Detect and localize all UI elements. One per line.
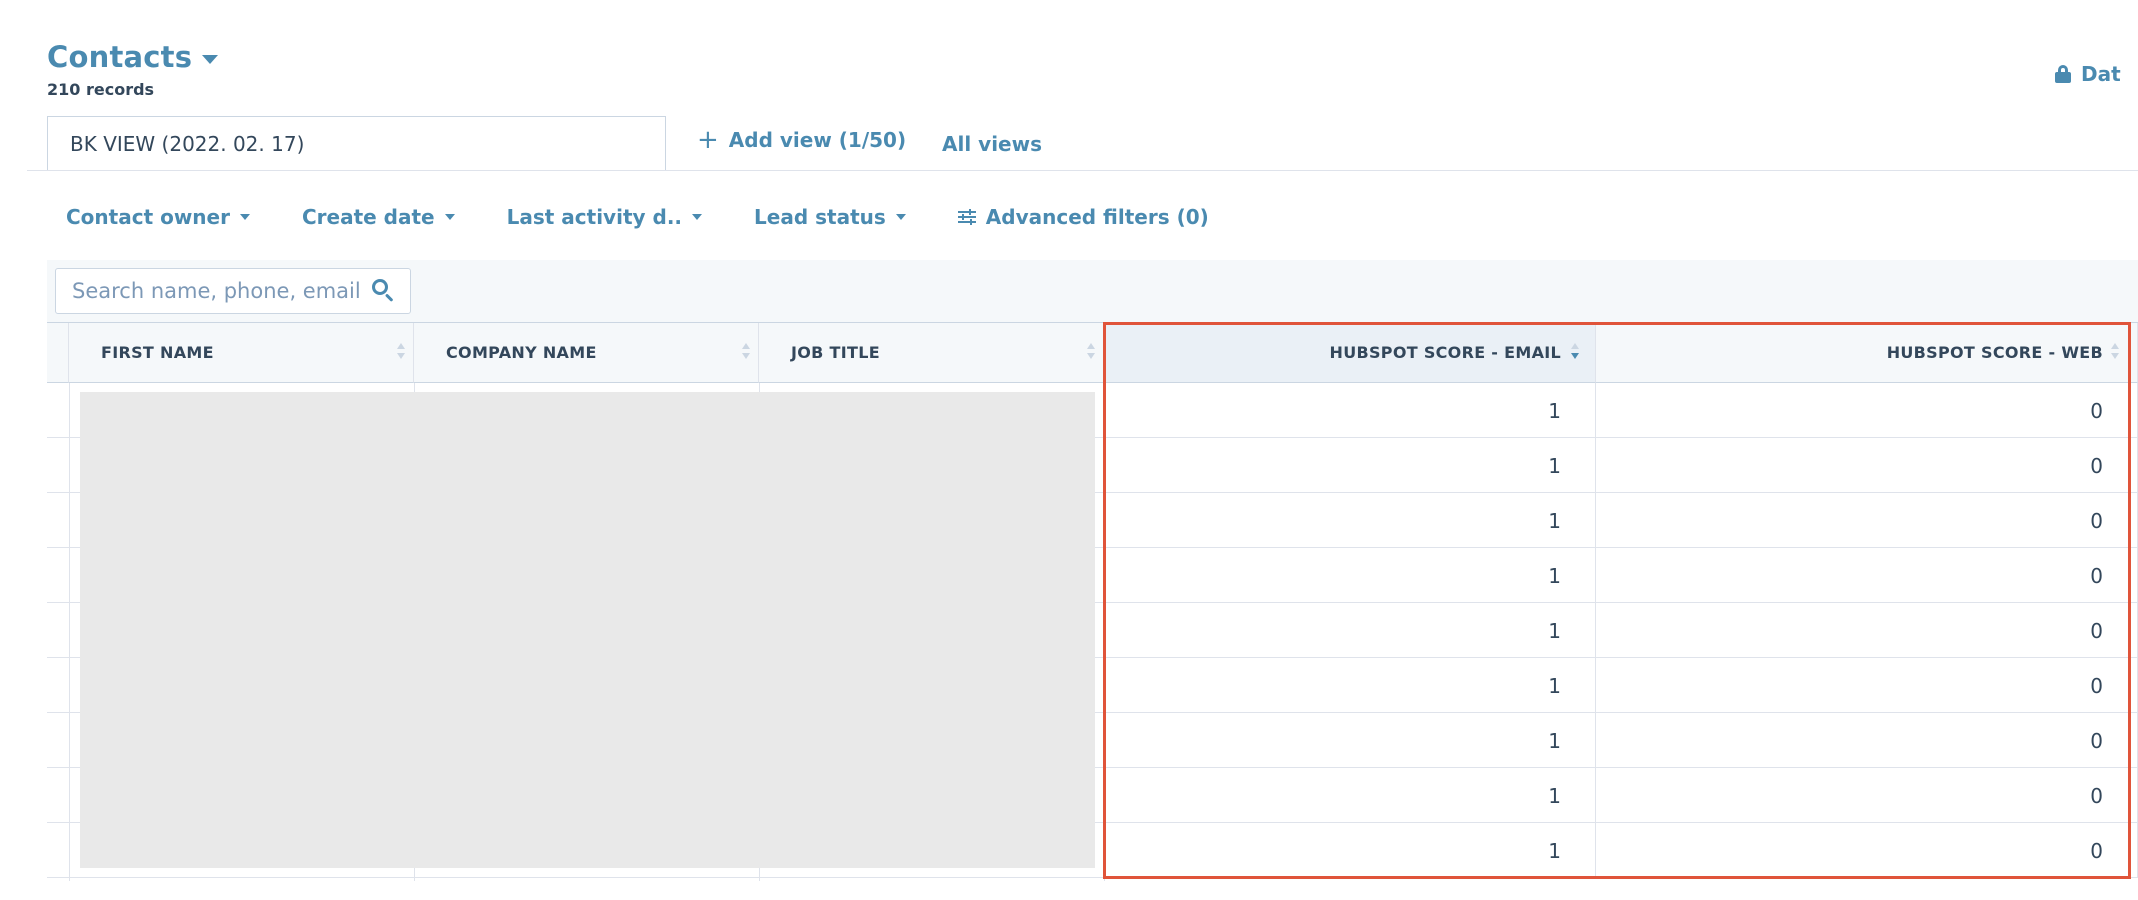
column-header-job-title[interactable]: JOB TITLE [759, 323, 1104, 383]
tab-active-view[interactable]: BK VIEW (2022. 02. 17) [47, 116, 666, 170]
score-web-cell: 0 [1596, 823, 2138, 878]
score-email-cell: 1 [1104, 383, 1596, 438]
sort-descending-icon[interactable] [1571, 343, 1579, 363]
score-email-cell: 1 [1104, 548, 1596, 603]
filter-create-date[interactable]: Create date [302, 205, 455, 229]
score-email-cell: 1 [1104, 823, 1596, 878]
column-header-label: COMPANY NAME [446, 343, 597, 362]
advanced-filters-label: Advanced filters (0) [985, 205, 1209, 229]
sort-icon[interactable] [1087, 343, 1095, 363]
column-header-hubspot-score-web[interactable]: HUBSPOT SCORE - WEB [1596, 323, 2138, 383]
chevron-down-icon [444, 214, 455, 220]
score-email-cell: 1 [1104, 438, 1596, 493]
chevron-down-icon [895, 214, 906, 220]
score-email-cell: 1 [1104, 658, 1596, 713]
chevron-down-icon[interactable] [202, 54, 219, 64]
plus-icon: + [697, 125, 719, 155]
all-views-link[interactable]: All views [942, 132, 1042, 156]
filter-lead-status[interactable]: Lead status [754, 205, 906, 229]
score-web-cell: 0 [1596, 768, 2138, 823]
column-header-hubspot-score-email[interactable]: HUBSPOT SCORE - EMAIL [1104, 323, 1596, 383]
filter-contact-owner[interactable]: Contact owner [66, 205, 250, 229]
column-header-label: HUBSPOT SCORE - EMAIL [1329, 343, 1561, 362]
chevron-down-icon [692, 214, 703, 220]
sliders-icon [957, 209, 976, 225]
advanced-filters-button[interactable]: Advanced filters (0) [957, 205, 1209, 229]
score-web-cell: 0 [1596, 603, 2138, 658]
select-column-header [47, 323, 69, 383]
record-count: 210 records [47, 80, 155, 99]
add-view-label: Add view (1/50) [728, 128, 907, 152]
tabs-divider [27, 170, 2138, 171]
column-header-label: HUBSPOT SCORE - WEB [1886, 343, 2103, 362]
column-header-label: JOB TITLE [791, 343, 880, 362]
score-web-cell: 0 [1596, 548, 2138, 603]
add-view-button[interactable]: + Add view (1/50) [697, 125, 907, 155]
search-icon[interactable] [372, 279, 396, 303]
search-box[interactable] [55, 268, 411, 314]
score-web-cell: 0 [1596, 383, 2138, 438]
data-quality-label: Dat [2081, 62, 2121, 86]
score-email-cell: 1 [1104, 493, 1596, 548]
lock-icon [2055, 65, 2071, 83]
filter-contact-owner-label: Contact owner [66, 205, 230, 229]
tab-active-view-label: BK VIEW (2022. 02. 17) [70, 131, 305, 156]
filter-last-activity[interactable]: Last activity d.. [506, 205, 703, 229]
filter-bar: Contact owner Create date Last activity … [66, 205, 1261, 229]
sort-icon[interactable] [397, 343, 405, 363]
search-input[interactable] [70, 278, 372, 304]
score-web-cell: 0 [1596, 493, 2138, 548]
filter-lead-status-label: Lead status [754, 205, 886, 229]
page-title[interactable]: Contacts [47, 40, 192, 74]
score-email-cell: 1 [1104, 603, 1596, 658]
score-web-cell: 0 [1596, 713, 2138, 768]
column-header-first-name[interactable]: FIRST NAME [69, 323, 414, 383]
page-title-row[interactable]: Contacts [47, 40, 219, 74]
data-quality-link[interactable]: Dat [2055, 62, 2121, 86]
score-email-cell: 1 [1104, 713, 1596, 768]
chevron-down-icon [239, 214, 250, 220]
column-header-label: FIRST NAME [101, 343, 214, 362]
redacted-area [80, 392, 1095, 868]
score-web-cell: 0 [1596, 438, 2138, 493]
column-header-company-name[interactable]: COMPANY NAME [414, 323, 759, 383]
filter-last-activity-label: Last activity d.. [506, 205, 683, 229]
sort-icon[interactable] [2111, 343, 2119, 363]
filter-create-date-label: Create date [301, 205, 435, 229]
score-email-cell: 1 [1104, 768, 1596, 823]
sort-icon[interactable] [742, 343, 750, 363]
score-web-cell: 0 [1596, 658, 2138, 713]
